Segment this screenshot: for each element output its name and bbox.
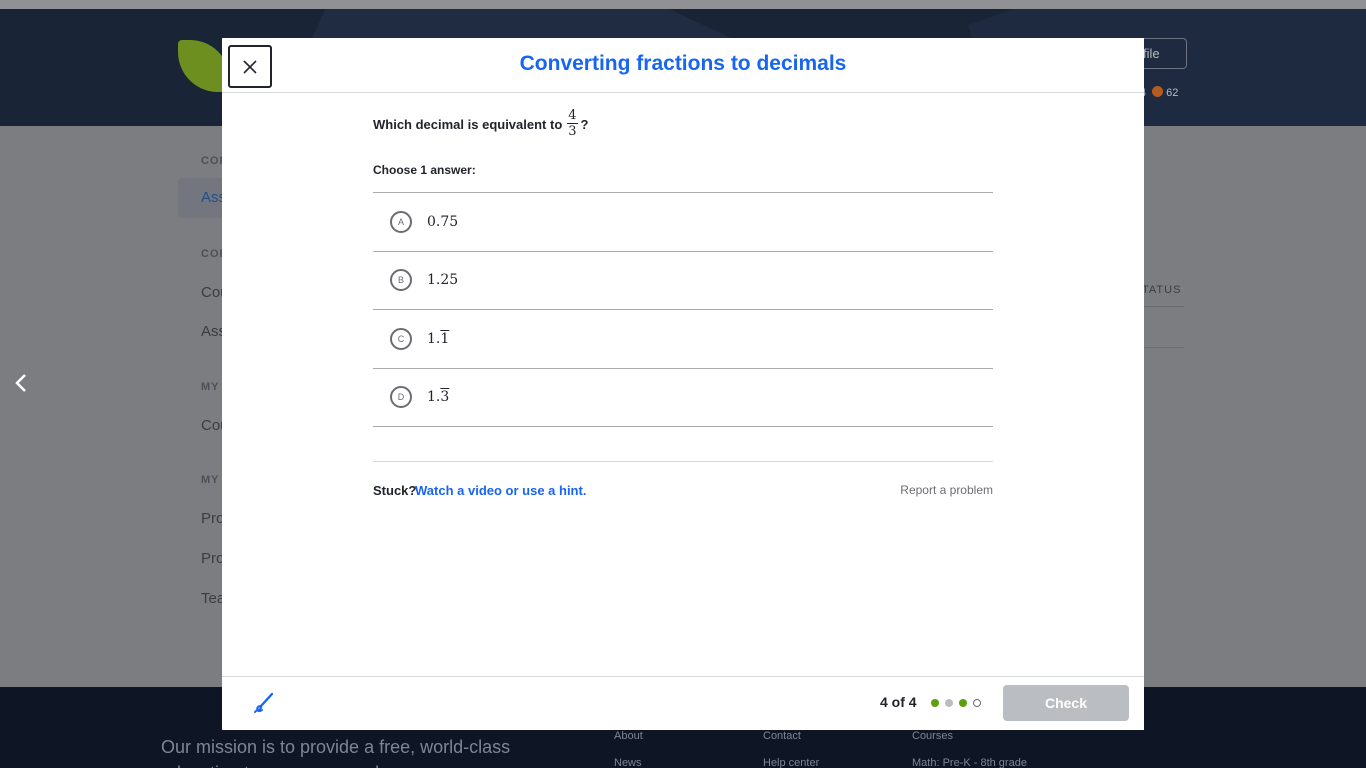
choice-value: 1.1: [427, 330, 450, 347]
sidebar-section-label: MY: [201, 381, 220, 393]
choice-letter-bubble: C: [390, 327, 412, 350]
choice-value: 1.3: [427, 389, 450, 406]
divider: [373, 461, 993, 462]
fraction-denominator: 3: [568, 124, 577, 139]
footer-link-about[interactable]: About: [614, 730, 643, 742]
footer-link-math[interactable]: Math: Pre-K - 8th grade: [912, 757, 1027, 768]
answer-choices: A 0.75 B 1.25 C 1.1 D 1.3: [373, 192, 993, 427]
sidebar-item[interactable]: Pro: [201, 510, 224, 527]
hint-link[interactable]: Watch a video or use a hint.: [415, 483, 586, 498]
footer-link-contact[interactable]: Contact: [763, 730, 801, 742]
answer-choice-a[interactable]: A 0.75: [373, 193, 993, 252]
choice-value: 0.75: [427, 213, 459, 230]
answer-choice-c[interactable]: C 1.1: [373, 310, 993, 369]
stuck-label: Stuck?: [373, 483, 417, 498]
modal-header: Converting fractions to decimals: [222, 38, 1144, 93]
status-column-header: TATUS: [1142, 284, 1182, 296]
scratchpad-pencil-icon[interactable]: [252, 691, 276, 715]
answer-choice-d[interactable]: D 1.3: [373, 369, 993, 427]
mission-statement: Our mission is to provide a free, world-…: [161, 737, 511, 768]
choice-letter-bubble: D: [390, 386, 412, 409]
sidebar-item[interactable]: Pro: [201, 550, 224, 567]
progress-dots: [931, 699, 981, 707]
modal-footer: 4 of 4 Check: [222, 676, 1144, 730]
exercise-modal: Converting fractions to decimals Which d…: [222, 38, 1144, 730]
fraction-numerator: 4: [567, 108, 578, 124]
fraction: 4 3: [567, 108, 578, 139]
footer-link-help-center[interactable]: Help center: [763, 757, 819, 768]
choice-letter-bubble: A: [390, 210, 412, 233]
browser-top-strip: [0, 0, 1366, 9]
progress-count: 4 of 4: [880, 694, 917, 710]
report-problem-link[interactable]: Report a problem: [900, 483, 993, 497]
choice-letter-bubble: B: [390, 269, 412, 292]
streak-count: 62: [1166, 87, 1179, 99]
progress-dot: [973, 699, 981, 707]
user-stats: 462: [1140, 86, 1178, 99]
chevron-left-icon[interactable]: [14, 372, 28, 400]
question-text: Which decimal is equivalent to 4 3 ?: [373, 108, 589, 140]
modal-title: Converting fractions to decimals: [519, 52, 847, 75]
choose-label: Choose 1 answer:: [373, 163, 476, 177]
choice-value: 1.25: [427, 272, 459, 289]
footer-link-news[interactable]: News: [614, 757, 642, 768]
footer-link-courses[interactable]: Courses: [912, 730, 953, 742]
progress-dot: [945, 699, 953, 707]
progress-dot: [959, 699, 967, 707]
progress-dot: [931, 699, 939, 707]
answer-choice-b[interactable]: B 1.25: [373, 252, 993, 310]
streak-icon: [1152, 86, 1164, 97]
check-button[interactable]: Check: [1003, 685, 1129, 721]
sidebar-section-label: MY: [201, 474, 220, 486]
